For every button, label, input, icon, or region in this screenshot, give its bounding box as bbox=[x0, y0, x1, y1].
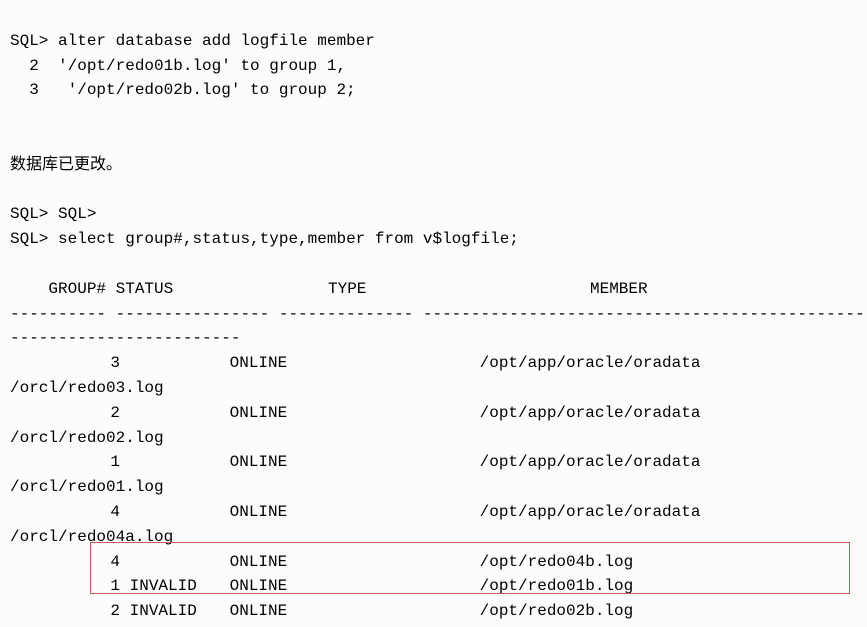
cell-type: ONLINE bbox=[230, 401, 480, 426]
cell-status: INVALID bbox=[130, 599, 230, 624]
cell-member: /opt/app/oracle/oradata bbox=[480, 351, 701, 376]
cell-member: /opt/app/oracle/oradata bbox=[480, 500, 701, 525]
cell-member: /opt/redo01b.log bbox=[480, 574, 634, 599]
select-statement: select group#,status,type,member from v$… bbox=[58, 230, 519, 248]
divider-1: ---------- ---------------- ------------… bbox=[10, 305, 867, 323]
divider-2: ------------------------ bbox=[10, 329, 240, 347]
cell-group: 4 bbox=[10, 550, 120, 575]
table-row: 4 ONLINE/opt/redo04b.log bbox=[10, 553, 633, 571]
wrap-line: /orcl/redo03.log bbox=[10, 379, 164, 397]
table-row: 1 ONLINE/opt/app/oracle/oradata bbox=[10, 453, 700, 471]
terminal-output: SQL> alter database add logfile member 2… bbox=[0, 0, 867, 627]
header-member: MEMBER bbox=[590, 277, 648, 302]
cell-type: ONLINE bbox=[230, 500, 480, 525]
cell-group: 3 bbox=[10, 351, 120, 376]
cell-type: ONLINE bbox=[230, 550, 480, 575]
cell-group: 2 bbox=[10, 401, 120, 426]
wrap-line: /orcl/redo01.log bbox=[10, 478, 164, 496]
wrap-line: /orcl/redo02.log bbox=[10, 429, 164, 447]
cont-prompt-2: 2 bbox=[10, 57, 58, 75]
cell-status: INVALID bbox=[130, 574, 230, 599]
cell-type: ONLINE bbox=[230, 574, 480, 599]
header-type: TYPE bbox=[328, 277, 590, 302]
sql-line-2: '/opt/redo01b.log' to group 1, bbox=[58, 57, 346, 75]
cell-member: /opt/app/oracle/oradata bbox=[480, 450, 701, 475]
idle-prompt-1: SQL> SQL> bbox=[10, 205, 96, 223]
cell-type: ONLINE bbox=[230, 599, 480, 624]
table-row: 2 ONLINE/opt/app/oracle/oradata bbox=[10, 404, 700, 422]
cell-member: /opt/redo04b.log bbox=[480, 550, 634, 575]
sql-prompt: SQL> bbox=[10, 32, 48, 50]
table-row: 4 ONLINE/opt/app/oracle/oradata bbox=[10, 503, 700, 521]
wrap-line: /orcl/redo04a.log bbox=[10, 528, 173, 546]
sql-line-3: '/opt/redo02b.log' to group 2; bbox=[68, 81, 356, 99]
table-row: 2 INVALIDONLINE/opt/redo02b.log bbox=[10, 602, 633, 620]
cell-member: /opt/redo02b.log bbox=[480, 599, 634, 624]
cell-member: /opt/app/oracle/oradata bbox=[480, 401, 701, 426]
header-group-status: GROUP# STATUS bbox=[10, 277, 328, 302]
table-row: 3 ONLINE/opt/app/oracle/oradata bbox=[10, 354, 700, 372]
cell-type: ONLINE bbox=[230, 351, 480, 376]
cell-group: 1 bbox=[10, 574, 120, 599]
cell-group: 4 bbox=[10, 500, 120, 525]
cell-group: 1 bbox=[10, 450, 120, 475]
sql-prompt-2: SQL> bbox=[10, 230, 48, 248]
cont-prompt-3: 3 bbox=[10, 81, 68, 99]
sql-line-1: alter database add logfile member bbox=[58, 32, 375, 50]
cell-type: ONLINE bbox=[230, 450, 480, 475]
db-altered-message: 数据库已更改。 bbox=[10, 156, 122, 173]
cell-group: 2 bbox=[10, 599, 120, 624]
table-row: 1 INVALIDONLINE/opt/redo01b.log bbox=[10, 577, 633, 595]
